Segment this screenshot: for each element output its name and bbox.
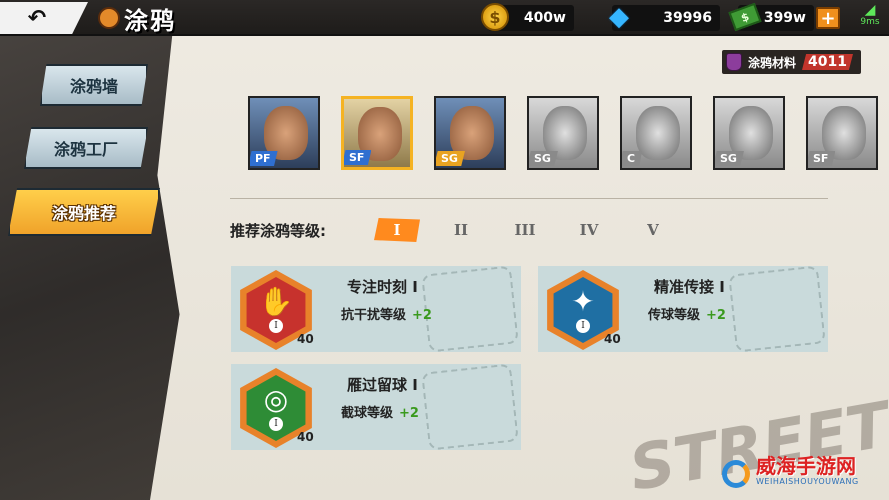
character-portrait[interactable]: PF	[248, 96, 320, 170]
position-badge: PF	[250, 151, 278, 166]
stat-bonus: +2	[399, 406, 419, 421]
ping-value: 9ms	[860, 17, 880, 27]
cash-value: 399w	[763, 10, 806, 26]
stat-label: 传球等级	[648, 308, 701, 323]
stat-label: 截球等级	[341, 406, 394, 421]
cash-icon: $	[728, 2, 762, 32]
material-counter: 涂鸦材料 4011	[722, 50, 861, 74]
skill-rank: I	[269, 319, 283, 333]
back-arrow-icon: ↶	[27, 5, 47, 31]
watermark-logo: 威海手游网 WEIHAISHOUYOUWANG	[722, 454, 859, 490]
level-label: 推荐涂鸦等级:	[230, 222, 326, 240]
position-badge: SF	[344, 150, 372, 165]
position-badge: C	[622, 151, 643, 166]
ball-pass-icon: ✦	[571, 285, 595, 318]
diamond-icon: ◆	[609, 2, 629, 32]
logo-text: 威海手游网 WEIHAISHOUYOUWANG	[756, 454, 859, 490]
character-portrait[interactable]: SG	[527, 96, 599, 170]
skill-name: 精准传接 I	[654, 278, 725, 296]
logo-en: WEIHAISHOUYOUWANG	[756, 477, 859, 486]
tab-graffiti-recommend[interactable]: 涂鸦推荐	[8, 188, 160, 236]
character-portrait[interactable]: SG	[434, 96, 506, 170]
graffiti-art	[421, 363, 519, 451]
skill-card[interactable]: ◎ I 40 雁过留球 I 截球等级 +2	[231, 363, 521, 451]
screen: STREET ↶ 涂鸦 400w $ 39996 ◆ 399w $ + ◢ 9m…	[0, 0, 889, 500]
character-portrait[interactable]: SF	[806, 96, 878, 170]
skill-level: 40	[604, 332, 621, 346]
character-portrait[interactable]: C	[620, 96, 692, 170]
skill-name: 雁过留球 I	[347, 376, 418, 394]
coins-value: 400w	[523, 10, 566, 26]
coin-icon: $	[481, 3, 509, 31]
position-badge: SG	[529, 151, 558, 166]
cash-icon-wrap: $	[728, 2, 762, 32]
stat-bonus: +2	[706, 308, 726, 323]
skill-level: 40	[297, 430, 314, 444]
graffiti-art	[421, 265, 519, 353]
skill-card[interactable]: ✋ I 40 专注时刻 I 抗干扰等级 +2	[231, 265, 521, 353]
stat-bonus: +2	[412, 308, 432, 323]
skill-stat: 抗干扰等级 +2	[341, 304, 432, 323]
position-badge: SF	[808, 151, 836, 166]
stat-label: 抗干扰等级	[341, 308, 407, 323]
material-label: 涂鸦材料	[748, 55, 797, 70]
material-value: 4011	[802, 54, 853, 70]
basketball-icon	[98, 7, 120, 29]
network-status: ◢ 9ms	[856, 2, 884, 28]
tab-label: 涂鸦工厂	[53, 140, 118, 159]
shooting-player-icon: ✋	[258, 285, 294, 318]
level-tab[interactable]: I	[374, 218, 420, 242]
tab-label: 涂鸦推荐	[51, 204, 116, 223]
skill-stat: 截球等级 +2	[341, 402, 419, 421]
skill-name: 专注时刻 I	[347, 278, 418, 296]
ball-steal-icon: ◎	[263, 383, 289, 416]
level-tab[interactable]: V	[630, 218, 676, 242]
tab-graffiti-factory[interactable]: 涂鸦工厂	[24, 127, 148, 169]
skill-stat: 传球等级 +2	[648, 304, 726, 323]
divider	[230, 198, 828, 199]
page-title: 涂鸦	[124, 6, 176, 35]
wifi-icon: ◢	[864, 2, 876, 18]
position-badge: SG	[715, 151, 744, 166]
level-tab[interactable]: III	[502, 218, 548, 242]
title-area: 涂鸦	[98, 3, 176, 35]
tab-label: 涂鸦墙	[69, 77, 118, 96]
skill-rank: I	[269, 417, 283, 431]
character-portrait[interactable]: SF	[341, 96, 413, 170]
character-list: PF SF SG SG C SG SF	[248, 96, 878, 170]
spray-can-icon	[726, 53, 742, 71]
character-face	[636, 106, 680, 160]
diamonds-value: 39996	[663, 10, 712, 26]
position-badge: SG	[436, 151, 465, 166]
tab-graffiti-wall[interactable]: 涂鸦墙	[40, 64, 148, 106]
level-tab[interactable]: IV	[566, 218, 612, 242]
graffiti-art	[728, 265, 826, 353]
logo-cn: 威海手游网	[756, 454, 856, 478]
logo-icon	[722, 460, 750, 488]
level-tab[interactable]: II	[438, 218, 484, 242]
add-currency-button[interactable]: +	[816, 7, 840, 29]
skill-rank: I	[576, 319, 590, 333]
skill-card[interactable]: ✦ I 40 精准传接 I 传球等级 +2	[538, 265, 828, 353]
character-portrait[interactable]: SG	[713, 96, 785, 170]
skill-level: 40	[297, 332, 314, 346]
